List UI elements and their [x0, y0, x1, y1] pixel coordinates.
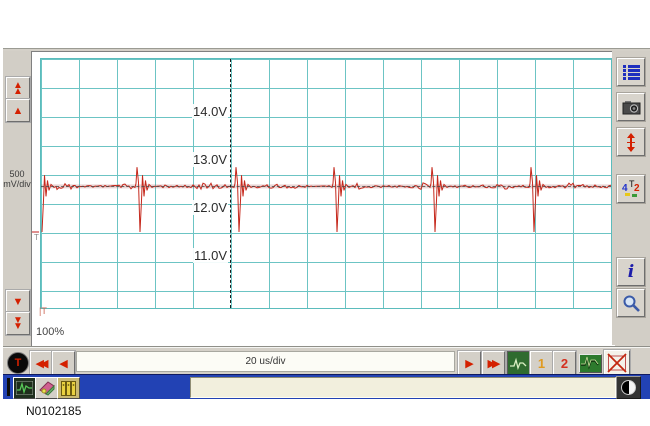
scale-up-button[interactable]: ▲	[6, 99, 30, 122]
vertical-cursor-icon	[627, 132, 635, 152]
tools-icon	[38, 381, 55, 396]
trigger-t-glyph: T	[14, 357, 22, 369]
step-back-button[interactable]: ◀	[52, 351, 75, 375]
right-arrow-icon: ▶	[465, 357, 474, 370]
scale-down-button[interactable]: ▼	[6, 290, 30, 313]
vertical-cursor-button[interactable]	[617, 128, 645, 156]
trigger-level-label: T	[34, 233, 39, 242]
vertical-scale-label: 500 mV/div	[3, 169, 31, 189]
time-per-div-label: 20 us/div	[245, 356, 286, 367]
levels-icon-green-mark	[632, 194, 637, 197]
levels-icon-yellow-mark	[625, 193, 630, 196]
double-up-arrow-icon: ▲	[13, 85, 23, 97]
info-icon: i	[627, 261, 635, 282]
right-toolbar: 4 T 2 i	[612, 51, 650, 345]
levels-icon: 4 T 2	[621, 179, 641, 199]
binders-icon	[60, 380, 76, 396]
double-down-arrow-icon: ▼	[13, 320, 23, 332]
trigger-mode-button[interactable]: T	[7, 352, 29, 374]
voltage-label-12v: 12.0V	[192, 200, 228, 215]
camera-icon	[622, 100, 640, 114]
cursor-levels-button[interactable]: 4 T 2	[617, 175, 645, 203]
waveform-trace	[41, 167, 611, 233]
mini-waveform-icon	[510, 357, 527, 370]
live-signal-indicator[interactable]	[579, 354, 602, 373]
levels-icon-2: 2	[634, 183, 640, 194]
voltage-label-14v: 14.0V	[192, 104, 228, 119]
info-button[interactable]: i	[617, 258, 645, 286]
taskbar-tools-button[interactable]	[35, 377, 58, 399]
scope-app-icon	[16, 381, 33, 395]
transport-bar: T ◀◀ ◀ 20 us/div ▶ ▶▶ 1 2	[3, 347, 650, 375]
double-right-arrow-icon: ▶▶	[487, 357, 501, 370]
red-x-icon	[607, 352, 627, 373]
zoom-button[interactable]	[617, 289, 645, 317]
up-arrow-icon: ▲	[12, 104, 24, 117]
capture-screenshot-button[interactable]	[617, 93, 645, 121]
display-contrast-button[interactable]	[616, 376, 641, 399]
list-view-button[interactable]	[617, 58, 645, 86]
screenshot-root: ▲ ▲ ▲ 500 mV/div ▼ ▼ ▼ 14.0V 13.0V 12.0V…	[0, 0, 650, 426]
channel-1-label: 1	[537, 355, 546, 371]
left-scale-sidebar: ▲ ▲ ▲ 500 mV/div ▼ ▼ ▼	[3, 51, 32, 345]
channel-2-button[interactable]: 2	[553, 351, 576, 375]
left-arrow-icon: ◀	[59, 357, 68, 370]
oscilloscope-panel: 14.0V 13.0V 12.0V 11.0V T |T 100%	[31, 51, 615, 347]
scale-page-up-button[interactable]: ▲ ▲	[6, 77, 30, 100]
list-icon	[622, 64, 640, 80]
figure-id-label: N0102185	[26, 404, 82, 418]
magnifier-icon	[623, 295, 640, 312]
live-waveform-icon	[580, 355, 599, 370]
play-button[interactable]: ▶	[458, 351, 481, 375]
double-left-arrow-icon: ◀◀	[35, 357, 49, 370]
taskbar-datalist-button[interactable]	[57, 377, 80, 399]
taskbar-input-field[interactable]	[190, 377, 616, 398]
zoom-percentage-label: 100%	[36, 326, 65, 338]
down-arrow-icon: ▼	[12, 295, 24, 308]
time-cursor-line[interactable]	[230, 59, 231, 308]
no-signal-button[interactable]	[604, 350, 630, 375]
channel-display-button[interactable]	[507, 351, 530, 375]
taskbar-gripper[interactable]	[7, 378, 10, 396]
signal-baseline-marker	[41, 186, 611, 187]
voltage-label-13v: 13.0V	[192, 152, 228, 167]
forward-fast-button[interactable]: ▶▶	[482, 351, 505, 375]
timebase-display: 20 us/div	[76, 351, 455, 372]
scale-value: 500	[9, 169, 25, 179]
taskbar-scope-button[interactable]	[13, 377, 36, 399]
channel-1-button[interactable]: 1	[530, 351, 553, 375]
scale-page-down-button[interactable]: ▼ ▼	[6, 312, 30, 335]
scale-unit: mV/div	[3, 179, 31, 189]
rewind-fast-button[interactable]: ◀◀	[30, 351, 53, 375]
trigger-time-marker: |T	[39, 306, 47, 316]
application-taskbar	[3, 374, 650, 399]
scope-application-window: ▲ ▲ ▲ 500 mV/div ▼ ▼ ▼ 14.0V 13.0V 12.0V…	[3, 48, 650, 399]
channel-2-label: 2	[560, 355, 569, 371]
contrast-icon	[621, 380, 636, 395]
voltage-label-11v: 11.0V	[192, 248, 228, 263]
waveform-grid: 14.0V 13.0V 12.0V 11.0V	[40, 58, 612, 309]
